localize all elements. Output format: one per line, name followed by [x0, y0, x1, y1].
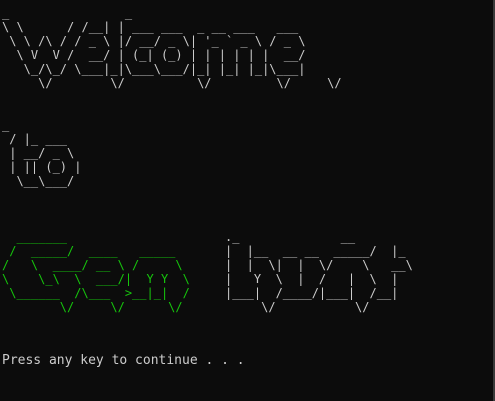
continue-prompt: Press any key to continue . . .: [2, 353, 245, 368]
console-window[interactable]: _ _ \ \ / /__| | ___ ___ _ __ ___ ___ \ …: [0, 0, 495, 401]
ascii-banner-welcome: _ _ \ \ / /__| | ___ ___ _ __ ___ ___ \ …: [2, 6, 342, 90]
ascii-banner-to: _ / |_ ___ | __/ _ \ | || (_) | \__\___/: [2, 118, 82, 188]
ascii-banner-gem: _______ / _____/ ____ _____ / \ ____/ __…: [2, 230, 190, 314]
ascii-banner-hunt: ._ __ | |__ __ __ _____/ |_ | | \| | \/ …: [225, 230, 413, 314]
